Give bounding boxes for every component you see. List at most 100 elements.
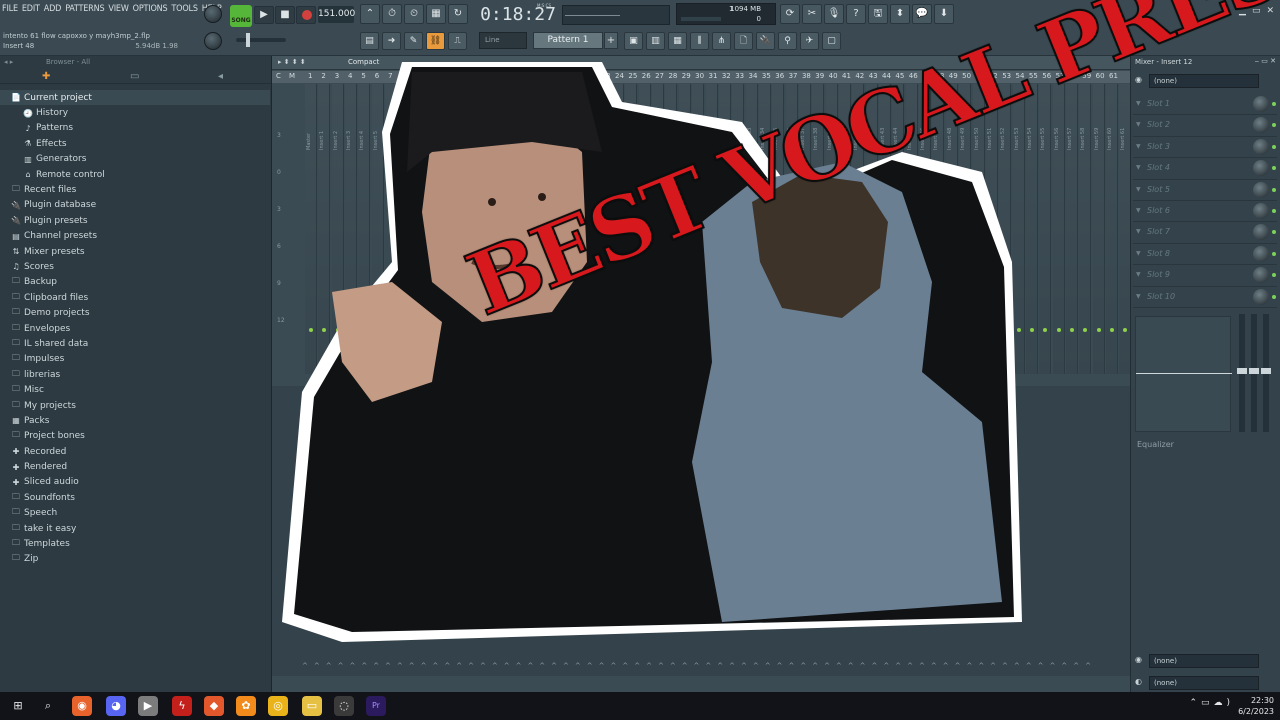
browser-item[interactable]: 🗀 Clipboard files (0, 290, 270, 305)
insert-enable-led[interactable] (1096, 328, 1101, 332)
slot-mix-knob[interactable] (1253, 245, 1269, 262)
menu-patterns[interactable]: PATTERNS (65, 4, 104, 20)
play-button[interactable]: ▶ (254, 6, 274, 24)
insert-enable-led[interactable] (1110, 328, 1114, 332)
download-icon[interactable]: ⬇ (934, 4, 954, 24)
firefox-icon[interactable]: ◉ (72, 696, 92, 716)
mixer-input-select[interactable]: (none) (1149, 74, 1259, 88)
browser-item[interactable]: 🗀 Speech (0, 506, 270, 521)
insert-enable-led[interactable] (1083, 328, 1088, 332)
insert-enable-led[interactable] (1043, 328, 1048, 332)
chrome-icon[interactable]: ◎ (268, 696, 288, 716)
menu-add[interactable]: ADD (44, 4, 62, 20)
slot-arrow-icon[interactable]: ▼ (1136, 250, 1141, 257)
draw-tool-icon[interactable]: ✎ (404, 32, 423, 50)
obs-icon[interactable]: ◌ (334, 696, 354, 716)
microphone-icon[interactable]: 🎙 (824, 4, 844, 24)
browser-item[interactable]: 🔌 Plugin presets (0, 213, 270, 228)
layout-icon[interactable]: ▢ (822, 32, 841, 50)
insert-enable-led[interactable] (1069, 328, 1074, 332)
save-icon[interactable]: 🖫 (868, 4, 888, 24)
slot-enable-led[interactable] (1272, 230, 1276, 235)
step-edit-icon[interactable]: ▦ (426, 4, 446, 24)
browser-item[interactable]: ▦ Packs (0, 413, 270, 428)
effect-slot[interactable]: ▼ Slot 5 (1133, 180, 1277, 201)
mixer-output-select-1[interactable]: (none) (1149, 654, 1259, 668)
premiere-icon[interactable]: Pr (366, 696, 386, 716)
menu-file[interactable]: FILE (2, 4, 18, 20)
refresh-icon[interactable]: ⟳ (780, 4, 800, 24)
browser-item[interactable]: 🗀 Soundfonts (0, 490, 270, 505)
insert-enable-led[interactable] (1056, 328, 1061, 332)
slot-enable-led[interactable] (1272, 208, 1276, 213)
effect-slot[interactable]: ▼ Slot 7 (1133, 222, 1277, 244)
master-pitch-knob[interactable] (204, 32, 222, 50)
channel-rack-icon[interactable]: ▦ (668, 32, 687, 50)
browser-item[interactable]: 🗀 My projects (0, 398, 270, 413)
record-button[interactable] (296, 6, 316, 24)
touch-keyboard-icon[interactable]: ✈ (800, 32, 819, 50)
browser-item[interactable]: ▥ Generators (0, 152, 270, 167)
browser-item[interactable]: 🗀 Demo projects (0, 305, 270, 320)
browser-item[interactable]: 🗀 Impulses (0, 352, 270, 367)
browser-item[interactable]: 🗀 Templates (0, 536, 270, 551)
system-tray[interactable]: ⌃▭☁) (1189, 698, 1234, 708)
flash-icon[interactable]: ϟ (172, 696, 192, 716)
pattern-selector[interactable]: Pattern 1 (533, 32, 603, 49)
browser-item[interactable]: 🗀 Backup (0, 275, 270, 290)
browser-item[interactable]: ⇅ Mixer presets (0, 244, 270, 259)
eq-band-fader[interactable] (1249, 314, 1259, 432)
slot-enable-led[interactable] (1272, 187, 1276, 192)
arrow-tool-icon[interactable]: ➜ (382, 32, 401, 50)
effect-slot[interactable]: ▼ Slot 2 (1133, 115, 1277, 137)
slot-arrow-icon[interactable]: ▼ (1136, 143, 1141, 150)
browser-item[interactable]: 🔌 Plugin database (0, 198, 270, 213)
edison-icon[interactable]: ✂ (802, 4, 822, 24)
tempo-display[interactable]: 151.000 (318, 6, 355, 23)
search-icon[interactable]: ⌕ (38, 696, 58, 716)
stamp-tool-icon[interactable]: ⎍ (448, 32, 467, 50)
effect-slot[interactable]: ▼ Slot 10 (1133, 287, 1277, 308)
windows-start-icon[interactable]: ⊞ (8, 696, 28, 716)
link-tool-icon[interactable]: ⛓ (426, 32, 445, 50)
piano-roll-icon[interactable]: ▥ (646, 32, 665, 50)
effect-slot[interactable]: ▼ Slot 3 (1133, 137, 1277, 159)
eq-band-fader[interactable] (1237, 314, 1247, 432)
file-explorer-icon[interactable]: ▭ (302, 696, 322, 716)
render-icon[interactable]: ⬍ (890, 4, 910, 24)
playlist-icon[interactable]: ▤ (360, 32, 379, 50)
browser-item[interactable]: 🗀 librerias (0, 367, 270, 382)
fl-studio-icon[interactable]: ✿ (236, 696, 256, 716)
slot-mix-knob[interactable] (1253, 288, 1269, 305)
menu-tools[interactable]: TOOLS (171, 4, 198, 20)
effect-slot[interactable]: ▼ Slot 9 (1133, 265, 1277, 287)
browser-item[interactable]: ⌂ Remote control (0, 167, 270, 182)
tab-browser-all[interactable]: ✚ (42, 71, 50, 82)
slot-mix-knob[interactable] (1253, 224, 1269, 241)
slot-mix-knob[interactable] (1253, 138, 1269, 155)
slot-mix-knob[interactable] (1253, 202, 1269, 219)
effect-slot[interactable]: ▼ Slot 1 (1133, 94, 1277, 116)
media-player-icon[interactable]: ▶ (138, 696, 158, 716)
help-icon[interactable]: ? (846, 4, 866, 24)
browser-item[interactable]: 🗀 Envelopes (0, 321, 270, 336)
metronome-icon[interactable]: ⌃ (360, 4, 380, 24)
effect-slot[interactable]: ▼ Slot 6 (1133, 201, 1277, 223)
taskbar-clock[interactable]: 22:30 6/2/2023 (1238, 695, 1274, 717)
slot-mix-knob[interactable] (1253, 117, 1269, 134)
chat-icon[interactable]: 💬 (912, 4, 932, 24)
slot-arrow-icon[interactable]: ▼ (1136, 121, 1141, 128)
mixer-output-select-2[interactable]: (none) (1149, 676, 1259, 690)
browser-item[interactable]: 🗀 IL shared data (0, 336, 270, 351)
browser-item[interactable]: ✚ Rendered (0, 459, 270, 474)
slot-enable-led[interactable] (1272, 273, 1276, 278)
menu-edit[interactable]: EDIT (22, 4, 40, 20)
slot-mix-knob[interactable] (1253, 267, 1269, 284)
browser-nav-icon[interactable]: ◂ ▸ (4, 58, 13, 66)
discord-icon[interactable]: ◕ (106, 696, 126, 716)
browser-item[interactable]: 🗀 Zip (0, 552, 270, 567)
mixer-window-controls[interactable]: ‒ ▭ ✕ (1255, 57, 1276, 65)
slot-mix-knob[interactable] (1253, 181, 1269, 198)
wait-input-icon[interactable]: ⏱ (382, 4, 402, 24)
browser-item[interactable]: 🕘 History (0, 105, 270, 120)
